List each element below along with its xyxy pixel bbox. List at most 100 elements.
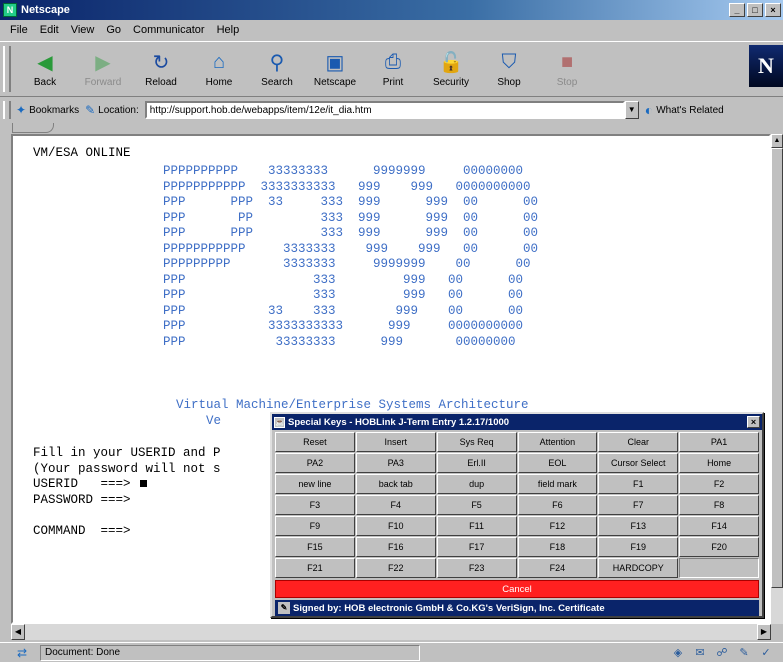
key-pa1-button[interactable]: PA1 (679, 432, 759, 452)
key-empty-slot-button (679, 558, 759, 578)
key-f18-button[interactable]: F18 (517, 537, 598, 557)
prompt-line: COMMAND ===> (33, 523, 131, 538)
menu-go[interactable]: Go (100, 24, 127, 36)
toolbar-back-button[interactable]: ◀ Back (16, 44, 74, 94)
key-f23-button[interactable]: F23 (436, 558, 517, 578)
menu-edit[interactable]: Edit (34, 24, 65, 36)
key-f19-button[interactable]: F19 (598, 537, 679, 557)
toolbar-security-button[interactable]: 🔓 Security (422, 44, 480, 94)
key-reset-button[interactable]: Reset (275, 432, 355, 452)
logo-line: PPP 333 999 00 00 (163, 272, 524, 287)
toolbar-search-button[interactable]: ⚲ Search (248, 44, 306, 94)
minimize-button[interactable]: _ (729, 3, 745, 17)
menu-bar: File Edit View Go Communicator Help (0, 20, 783, 40)
key-f7-button[interactable]: F7 (598, 495, 679, 515)
menu-communicator[interactable]: Communicator (127, 24, 211, 36)
toolbar-stop-button[interactable]: ■ Stop (538, 44, 596, 94)
netscape-logo[interactable]: N (749, 45, 783, 87)
key-field-mark-button[interactable]: field mark (517, 474, 598, 494)
key-erl-ii-button[interactable]: Erl.II (436, 453, 517, 473)
toolbar-forward-button[interactable]: ▶ Forward (74, 44, 132, 94)
url-dropdown-button[interactable]: ▼ (624, 101, 639, 119)
scroll-up-arrow-icon[interactable]: ▲ (771, 134, 783, 148)
maximize-button[interactable]: □ (747, 3, 763, 17)
key-f11-button[interactable]: F11 (436, 516, 517, 536)
key-cursor-select-button[interactable]: Cursor Select (598, 453, 679, 473)
special-keys-close-button[interactable]: × (747, 416, 760, 428)
security-status-icon[interactable]: ✓ (755, 645, 777, 661)
key-home-button[interactable]: Home (679, 453, 759, 473)
key-f5-button[interactable]: F5 (436, 495, 517, 515)
key-f17-button[interactable]: F17 (436, 537, 517, 557)
whats-related-button[interactable]: ◐ What's Related (645, 102, 724, 118)
key-f3-button[interactable]: F3 (275, 495, 355, 515)
key-f22-button[interactable]: F22 (355, 558, 436, 578)
prompt-line: (Your password will not s (33, 461, 221, 476)
discussion-icon[interactable]: ☍ (711, 645, 733, 661)
toolbar-button-label: Netscape (313, 77, 357, 88)
key-f4-button[interactable]: F4 (355, 495, 436, 515)
key-f2-button[interactable]: F2 (679, 474, 759, 494)
vertical-scrollbar[interactable]: ▲ (771, 134, 783, 624)
key-hardcopy-button[interactable]: HARDCOPY (598, 558, 679, 578)
key-f6-button[interactable]: F6 (517, 495, 598, 515)
key-eol-button[interactable]: EOL (517, 453, 598, 473)
toolbar-button-label: Back (33, 77, 57, 88)
toolbar-reload-button[interactable]: ↻ Reload (132, 44, 190, 94)
menu-help[interactable]: Help (211, 24, 246, 36)
bookmarks-button[interactable]: ✦ Bookmarks (16, 103, 79, 117)
toolbar-button-label: Security (432, 77, 470, 88)
logo-line: PPP 333 999 00 00 (163, 288, 524, 302)
menu-view[interactable]: View (65, 24, 101, 36)
key-back-tab-button[interactable]: back tab (355, 474, 436, 494)
key-clear-button[interactable]: Clear (598, 432, 679, 452)
toolbar-print-button[interactable]: ⎙ Print (364, 44, 422, 94)
key-f21-button[interactable]: F21 (275, 558, 355, 578)
key-f24-button[interactable]: F24 (517, 558, 598, 578)
key-f13-button[interactable]: F13 (598, 516, 679, 536)
key-new-line-button[interactable]: new line (275, 474, 355, 494)
key-f16-button[interactable]: F16 (355, 537, 436, 557)
key-dup-button[interactable]: dup (436, 474, 517, 494)
logo-line: PPP PPP 333 999 999 00 00 (163, 226, 539, 240)
component-bar: ◈ ✉ ☍ ✎ ✓ (667, 645, 777, 661)
horizontal-scroll-track[interactable] (25, 624, 757, 640)
terminal-login-prompts[interactable]: Fill in your USERID and P (Your password … (33, 446, 221, 539)
key-insert-button[interactable]: Insert (355, 432, 436, 452)
key-pa2-button[interactable]: PA2 (275, 453, 355, 473)
status-text: Document: Done (40, 644, 420, 661)
key-f1-button[interactable]: F1 (598, 474, 679, 494)
key-attention-button[interactable]: Attention (517, 432, 598, 452)
key-f9-button[interactable]: F9 (275, 516, 355, 536)
menu-file[interactable]: File (4, 24, 34, 36)
bookmarks-icon: ✦ (16, 103, 27, 117)
key-sys-req-button[interactable]: Sys Req (436, 432, 517, 452)
scroll-right-arrow-icon[interactable]: ▶ (757, 624, 771, 640)
navigator-icon[interactable]: ◈ (667, 645, 689, 661)
key-f14-button[interactable]: F14 (679, 516, 759, 536)
location-toolbar-grip[interactable] (3, 101, 11, 119)
close-button[interactable]: × (765, 3, 781, 17)
toolbar-home-button[interactable]: ⌂ Home (190, 44, 248, 94)
mail-icon[interactable]: ✉ (689, 645, 711, 661)
prompt-line (33, 508, 221, 524)
scroll-left-arrow-icon[interactable]: ◀ (11, 624, 25, 640)
key-f10-button[interactable]: F10 (355, 516, 436, 536)
toolbar-netscape-button[interactable]: ▣ Netscape (306, 44, 364, 94)
key-f20-button[interactable]: F20 (679, 537, 759, 557)
key-pa3-button[interactable]: PA3 (355, 453, 436, 473)
cancel-button[interactable]: Cancel (275, 580, 759, 598)
toolbar-grip[interactable] (3, 46, 11, 92)
toolbar-tab[interactable] (12, 123, 54, 133)
vertical-scroll-thumb[interactable] (771, 148, 783, 588)
special-keys-grid: Reset Insert Sys Req Attention Clear PA1 PA2 PA… (272, 430, 762, 578)
url-input[interactable]: http://support.hob.de/webapps/item/12e/i… (144, 101, 625, 119)
toolbar-shop-button[interactable]: ⛉ Shop (480, 44, 538, 94)
horizontal-scrollbar[interactable]: ◀ ▶ (11, 624, 771, 640)
key-f8-button[interactable]: F8 (679, 495, 759, 515)
key-f15-button[interactable]: F15 (275, 537, 355, 557)
composer-icon[interactable]: ✎ (733, 645, 755, 661)
print-icon: ⎙ (385, 50, 401, 73)
special-keys-titlebar[interactable]: ☕ Special Keys - HOBLink J-Term Entry 1.… (272, 414, 762, 430)
key-f12-button[interactable]: F12 (517, 516, 598, 536)
